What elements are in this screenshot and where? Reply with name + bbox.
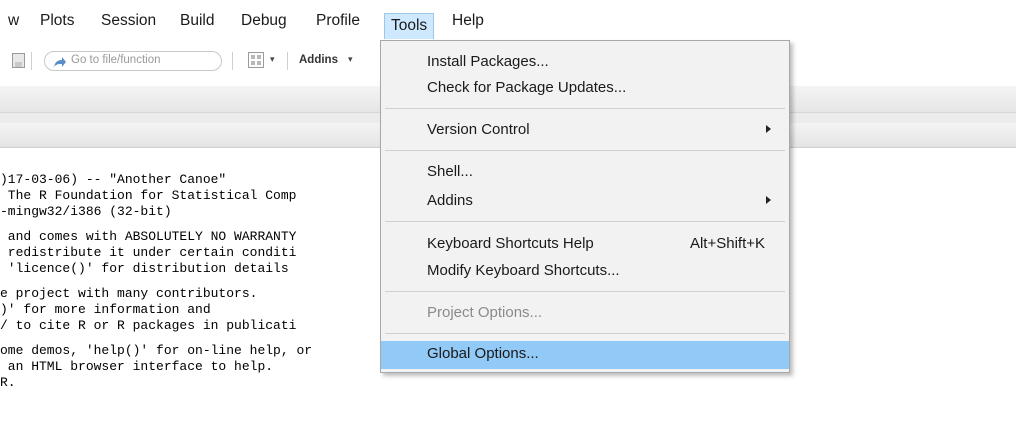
menu-separator: [385, 291, 785, 292]
console-line: an HTML browser interface to help.: [0, 359, 274, 374]
submenu-arrow-icon: [766, 125, 771, 133]
console-line: e project with many contributors.: [0, 286, 258, 301]
menu-item-shell[interactable]: Shell...: [381, 159, 789, 185]
addins-button[interactable]: Addins: [299, 54, 338, 66]
console-line: The R Foundation for Statistical Comp: [0, 188, 297, 203]
grid-layout-icon[interactable]: [248, 52, 264, 68]
menu-item-keyboard-shortcuts-help[interactable]: Keyboard Shortcuts Help Alt+Shift+K: [381, 231, 789, 257]
console-line: ome demos, 'help()' for on-line help, or: [0, 343, 313, 358]
menu-item-addins[interactable]: Addins: [381, 188, 789, 214]
submenu-arrow-icon: [766, 196, 771, 204]
console-line: R.: [0, 375, 16, 390]
menu-item-label: Version Control: [427, 121, 530, 138]
menu-separator: [385, 221, 785, 222]
menu-item-label: Keyboard Shortcuts Help: [427, 235, 594, 252]
menu-item-project-options: Project Options...: [381, 300, 789, 326]
menu-build[interactable]: Build: [180, 11, 214, 31]
console-line: )' for more information and: [0, 302, 211, 317]
tools-menu: Install Packages... Check for Package Up…: [380, 40, 790, 373]
menu-bar: w Plots Session Build Debug Profile Tool…: [0, 0, 1016, 40]
menu-help[interactable]: Help: [452, 11, 484, 31]
menu-item-install-packages[interactable]: Install Packages...: [381, 49, 789, 75]
toolbar-divider: [287, 52, 288, 70]
menu-session[interactable]: Session: [101, 11, 156, 31]
menu-debug[interactable]: Debug: [241, 11, 287, 31]
menu-item-label: Shell...: [427, 163, 473, 180]
save-all-icon[interactable]: [12, 53, 25, 68]
menu-plots[interactable]: Plots: [40, 11, 74, 31]
console-line: 'licence()' for distribution details: [0, 261, 289, 276]
console-line: redistribute it under certain conditi: [0, 245, 297, 260]
menu-item-label: Addins: [427, 192, 473, 209]
menu-item-version-control[interactable]: Version Control: [381, 117, 789, 143]
menu-item-label: Install Packages...: [427, 53, 549, 70]
menu-item-label: Modify Keyboard Shortcuts...: [427, 262, 620, 279]
menu-item-shortcut: Alt+Shift+K: [689, 235, 765, 252]
menu-separator: [385, 150, 785, 151]
grid-dropdown-icon[interactable]: ▾: [270, 54, 275, 65]
console-line: )17-03-06) -- "Another Canoe": [0, 172, 227, 187]
menu-tools[interactable]: Tools: [384, 13, 435, 39]
menu-view[interactable]: w: [8, 11, 19, 31]
menu-separator: [385, 333, 785, 334]
menu-item-label: Global Options...: [427, 345, 539, 362]
arrow-go-icon: [53, 55, 67, 73]
console-line: -mingw32/i386 (32-bit): [0, 204, 172, 219]
addins-dropdown-icon[interactable]: ▾: [348, 54, 353, 65]
menu-separator: [385, 108, 785, 109]
menu-item-global-options[interactable]: Global Options...: [381, 341, 789, 369]
go-to-file-input[interactable]: Go to file/function: [44, 51, 222, 71]
menu-item-check-updates[interactable]: Check for Package Updates...: [381, 75, 789, 101]
go-to-file-placeholder: Go to file/function: [71, 54, 161, 66]
menu-item-label: Project Options...: [427, 304, 543, 321]
toolbar-divider: [31, 52, 32, 70]
toolbar-divider: [232, 52, 233, 70]
menu-item-label: Check for Package Updates...: [427, 79, 627, 96]
console-line: and comes with ABSOLUTELY NO WARRANTY: [0, 229, 297, 244]
menu-item-modify-shortcuts[interactable]: Modify Keyboard Shortcuts...: [381, 258, 789, 284]
console-line: / to cite R or R packages in publicati: [0, 318, 297, 333]
menu-profile[interactable]: Profile: [316, 11, 360, 31]
